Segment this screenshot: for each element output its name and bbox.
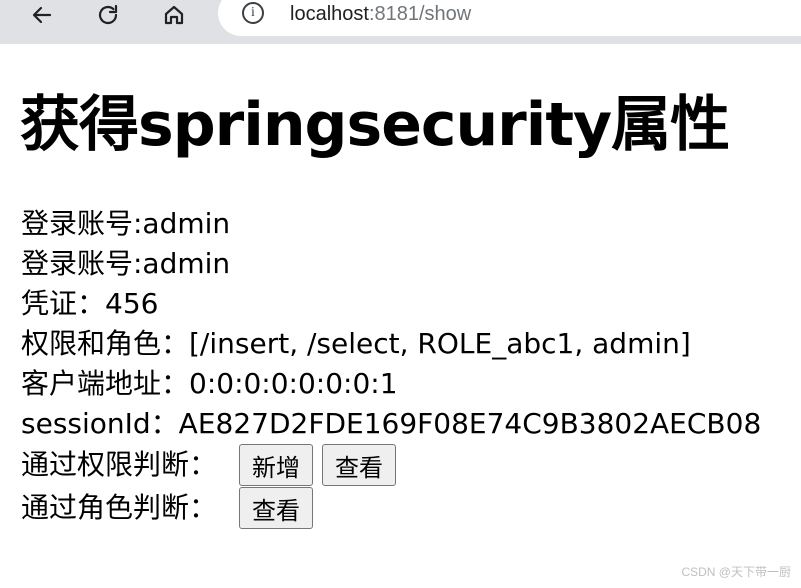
authorities-line: 权限和角色：[/insert, /select, ROLE_abc1, admi… — [21, 327, 691, 360]
login-account-line: 登录账号:admin — [21, 207, 231, 240]
reload-button[interactable] — [90, 0, 126, 30]
permission-check-label: 通过权限判断： — [21, 448, 218, 481]
home-icon — [164, 5, 184, 25]
url-host: localhost — [290, 3, 369, 25]
info-icon[interactable]: i — [242, 2, 264, 24]
page-title: 获得springsecurity属性 — [20, 90, 730, 160]
role-check-row: 通过角色判断： 查看 — [21, 486, 761, 530]
role-view-button[interactable]: 查看 — [239, 487, 314, 529]
home-button[interactable] — [156, 0, 192, 30]
permission-check-row: 通过权限判断： 新增 查看 — [21, 444, 761, 486]
session-id-line: sessionId：AE827D2FDE169F08E74C9B3802AECB… — [21, 407, 762, 440]
back-icon — [32, 6, 52, 24]
view-button[interactable]: 查看 — [322, 444, 397, 486]
add-button[interactable]: 新增 — [239, 444, 314, 486]
watermark: CSDN @天下带一厨 — [681, 565, 791, 579]
client-address-line: 客户端地址：0:0:0:0:0:0:0:1 — [21, 367, 398, 400]
page-content: 登录账号:admin 登录账号:admin 凭证：456 权限和角色：[/ins… — [21, 204, 761, 530]
url-path: :8181/show — [368, 3, 472, 25]
reload-icon — [98, 4, 118, 25]
credential-line: 凭证：456 — [21, 287, 159, 320]
role-check-label: 通过角色判断： — [21, 491, 218, 524]
browser-toolbar: i localhost:8181/show — [0, 0, 801, 44]
login-account-line: 登录账号:admin — [21, 247, 231, 280]
url-text[interactable]: localhost:8181/show — [290, 2, 471, 26]
back-button[interactable] — [24, 0, 60, 30]
address-bar[interactable]: i localhost:8181/show — [218, 0, 801, 36]
